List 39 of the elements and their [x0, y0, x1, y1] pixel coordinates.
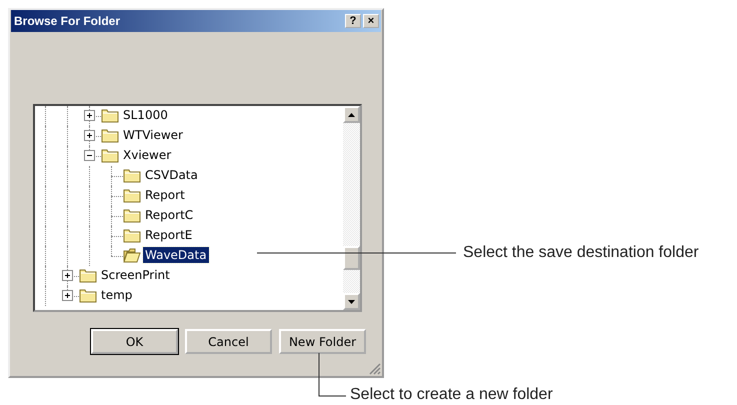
folder-item[interactable]: ReportE [143, 227, 194, 243]
folder-item[interactable]: WaveData [143, 247, 209, 263]
annotation-text: Select to create a new folder [350, 386, 553, 404]
folder-icon [101, 148, 119, 163]
folder-icon [79, 268, 97, 283]
folder-item[interactable]: temp [99, 287, 134, 303]
folder-icon [123, 188, 141, 203]
expand-icon[interactable] [85, 131, 94, 140]
folder-item[interactable]: SL1000 [121, 107, 170, 123]
close-button[interactable]: × [363, 14, 379, 28]
scroll-thumb[interactable] [343, 246, 360, 270]
folder-item[interactable]: ReportC [143, 207, 196, 223]
resize-grip-icon[interactable] [369, 363, 381, 375]
folder-item[interactable]: Xviewer [121, 147, 174, 163]
folder-icon [79, 288, 97, 303]
expand-icon[interactable] [85, 111, 94, 120]
folder-item[interactable]: WTViewer [121, 127, 185, 143]
folder-icon [123, 168, 141, 183]
folder-item[interactable]: ScreenPrint [99, 267, 172, 283]
folder-icon [123, 208, 141, 223]
folder-icon [123, 228, 141, 243]
default-button[interactable]: OK [91, 329, 178, 354]
scroll-down-icon[interactable] [343, 293, 360, 310]
folder-icon [101, 128, 119, 143]
scroll-up-icon[interactable] [343, 106, 360, 123]
expand-icon[interactable] [63, 291, 72, 300]
expand-icon[interactable] [63, 271, 72, 280]
folder-icon [101, 108, 119, 123]
collapse-icon[interactable] [85, 151, 94, 160]
folder-icon [123, 248, 141, 263]
folder-item[interactable]: Report [143, 187, 187, 203]
window-title: Browse For Folder [14, 14, 120, 28]
annotation-text: Select the save destination folder [463, 244, 699, 262]
help-button[interactable]: ? [345, 14, 361, 28]
dialog-button[interactable]: New Folder [279, 329, 366, 354]
scrollbar[interactable] [343, 106, 360, 310]
dialog-button[interactable]: Cancel [185, 329, 272, 354]
folder-item[interactable]: CSVData [143, 167, 200, 183]
leader-line [318, 352, 346, 396]
